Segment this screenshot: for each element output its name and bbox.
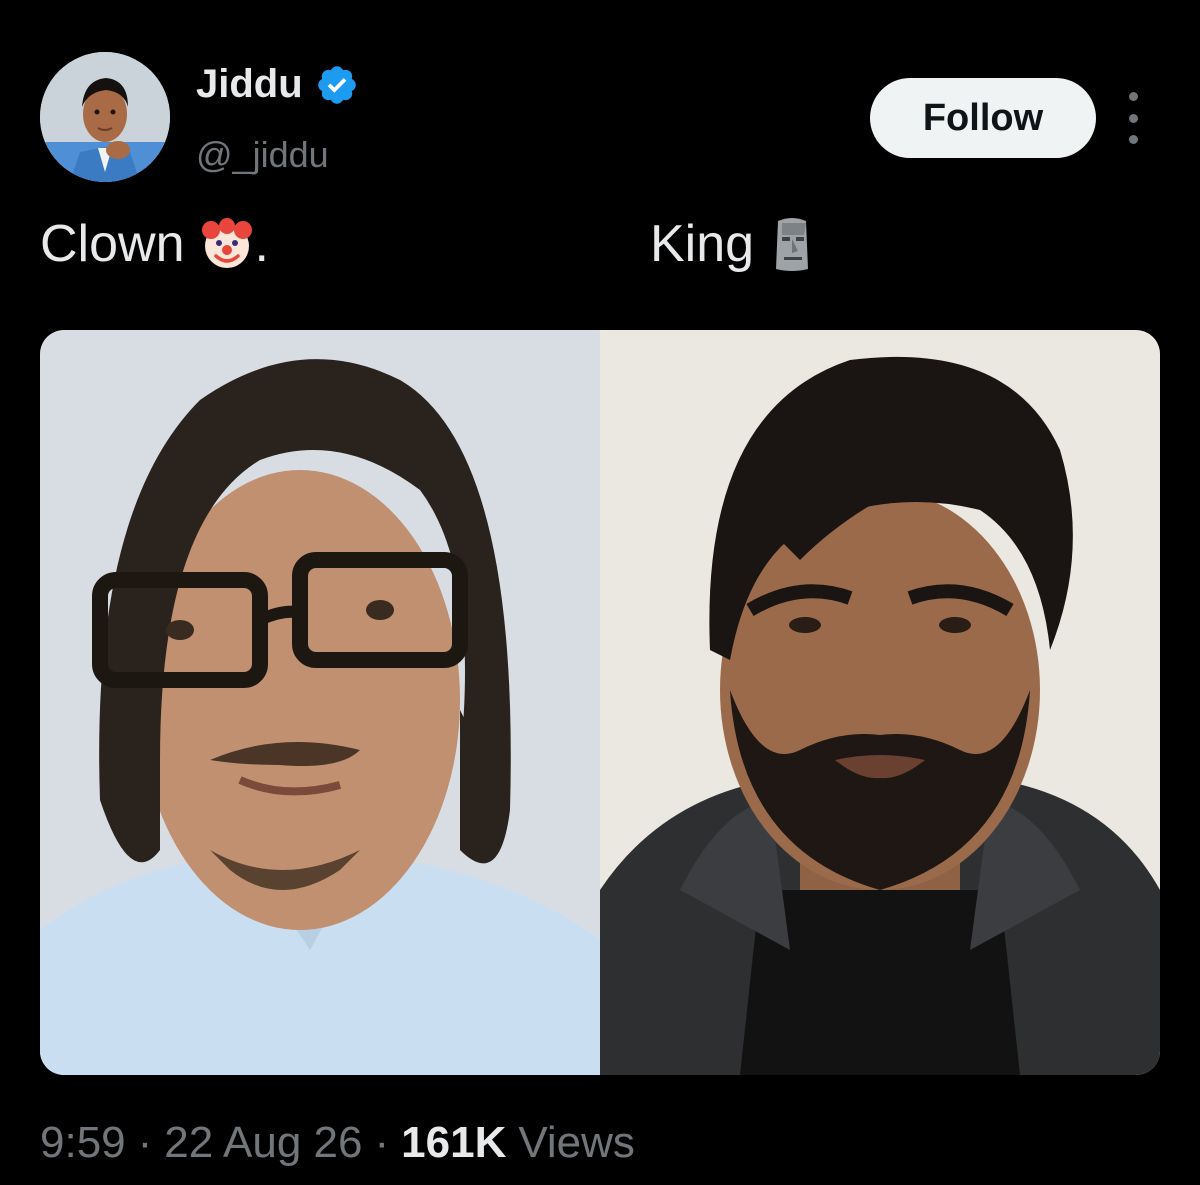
views-label[interactable]: Views xyxy=(518,1118,635,1168)
more-dot xyxy=(1128,113,1138,123)
caption-clown: Clown xyxy=(40,215,185,273)
follow-button[interactable]: Follow xyxy=(870,78,1096,158)
moai-emoji xyxy=(768,215,816,273)
media-grid[interactable] xyxy=(40,330,1160,1075)
clown-face-emoji xyxy=(199,216,255,272)
caption-period: . xyxy=(254,215,269,273)
avatar[interactable] xyxy=(40,52,170,182)
photo-man-with-glasses[interactable] xyxy=(40,330,600,1075)
handle[interactable]: @_jiddu xyxy=(196,134,329,176)
caption-king: King xyxy=(650,215,755,273)
meta-separator: · xyxy=(137,1118,153,1167)
verified-badge-icon[interactable] xyxy=(315,63,359,107)
views-count[interactable]: 161K xyxy=(401,1118,506,1168)
more-vertical-icon[interactable] xyxy=(1118,92,1148,144)
more-dot xyxy=(1128,135,1138,144)
author-name-row[interactable]: Jiddu xyxy=(196,62,359,107)
meta-separator: · xyxy=(374,1118,390,1167)
photo-man-with-beard[interactable] xyxy=(600,330,1160,1075)
tweet-text-left: Clown . xyxy=(40,214,269,274)
tweet-time[interactable]: 9:59 xyxy=(40,1118,126,1168)
tweet-date[interactable]: 22 Aug 26 xyxy=(164,1118,362,1168)
more-dot xyxy=(1128,92,1138,101)
tweet: Jiddu @_jiddu Follow Clown . King 9:59 ·… xyxy=(0,0,1200,1185)
avatar-image xyxy=(40,52,170,182)
display-name[interactable]: Jiddu xyxy=(196,62,303,107)
tweet-text-right: King xyxy=(650,214,816,274)
tweet-meta: 9:59 · 22 Aug 26 · 161K Views xyxy=(40,1118,635,1168)
